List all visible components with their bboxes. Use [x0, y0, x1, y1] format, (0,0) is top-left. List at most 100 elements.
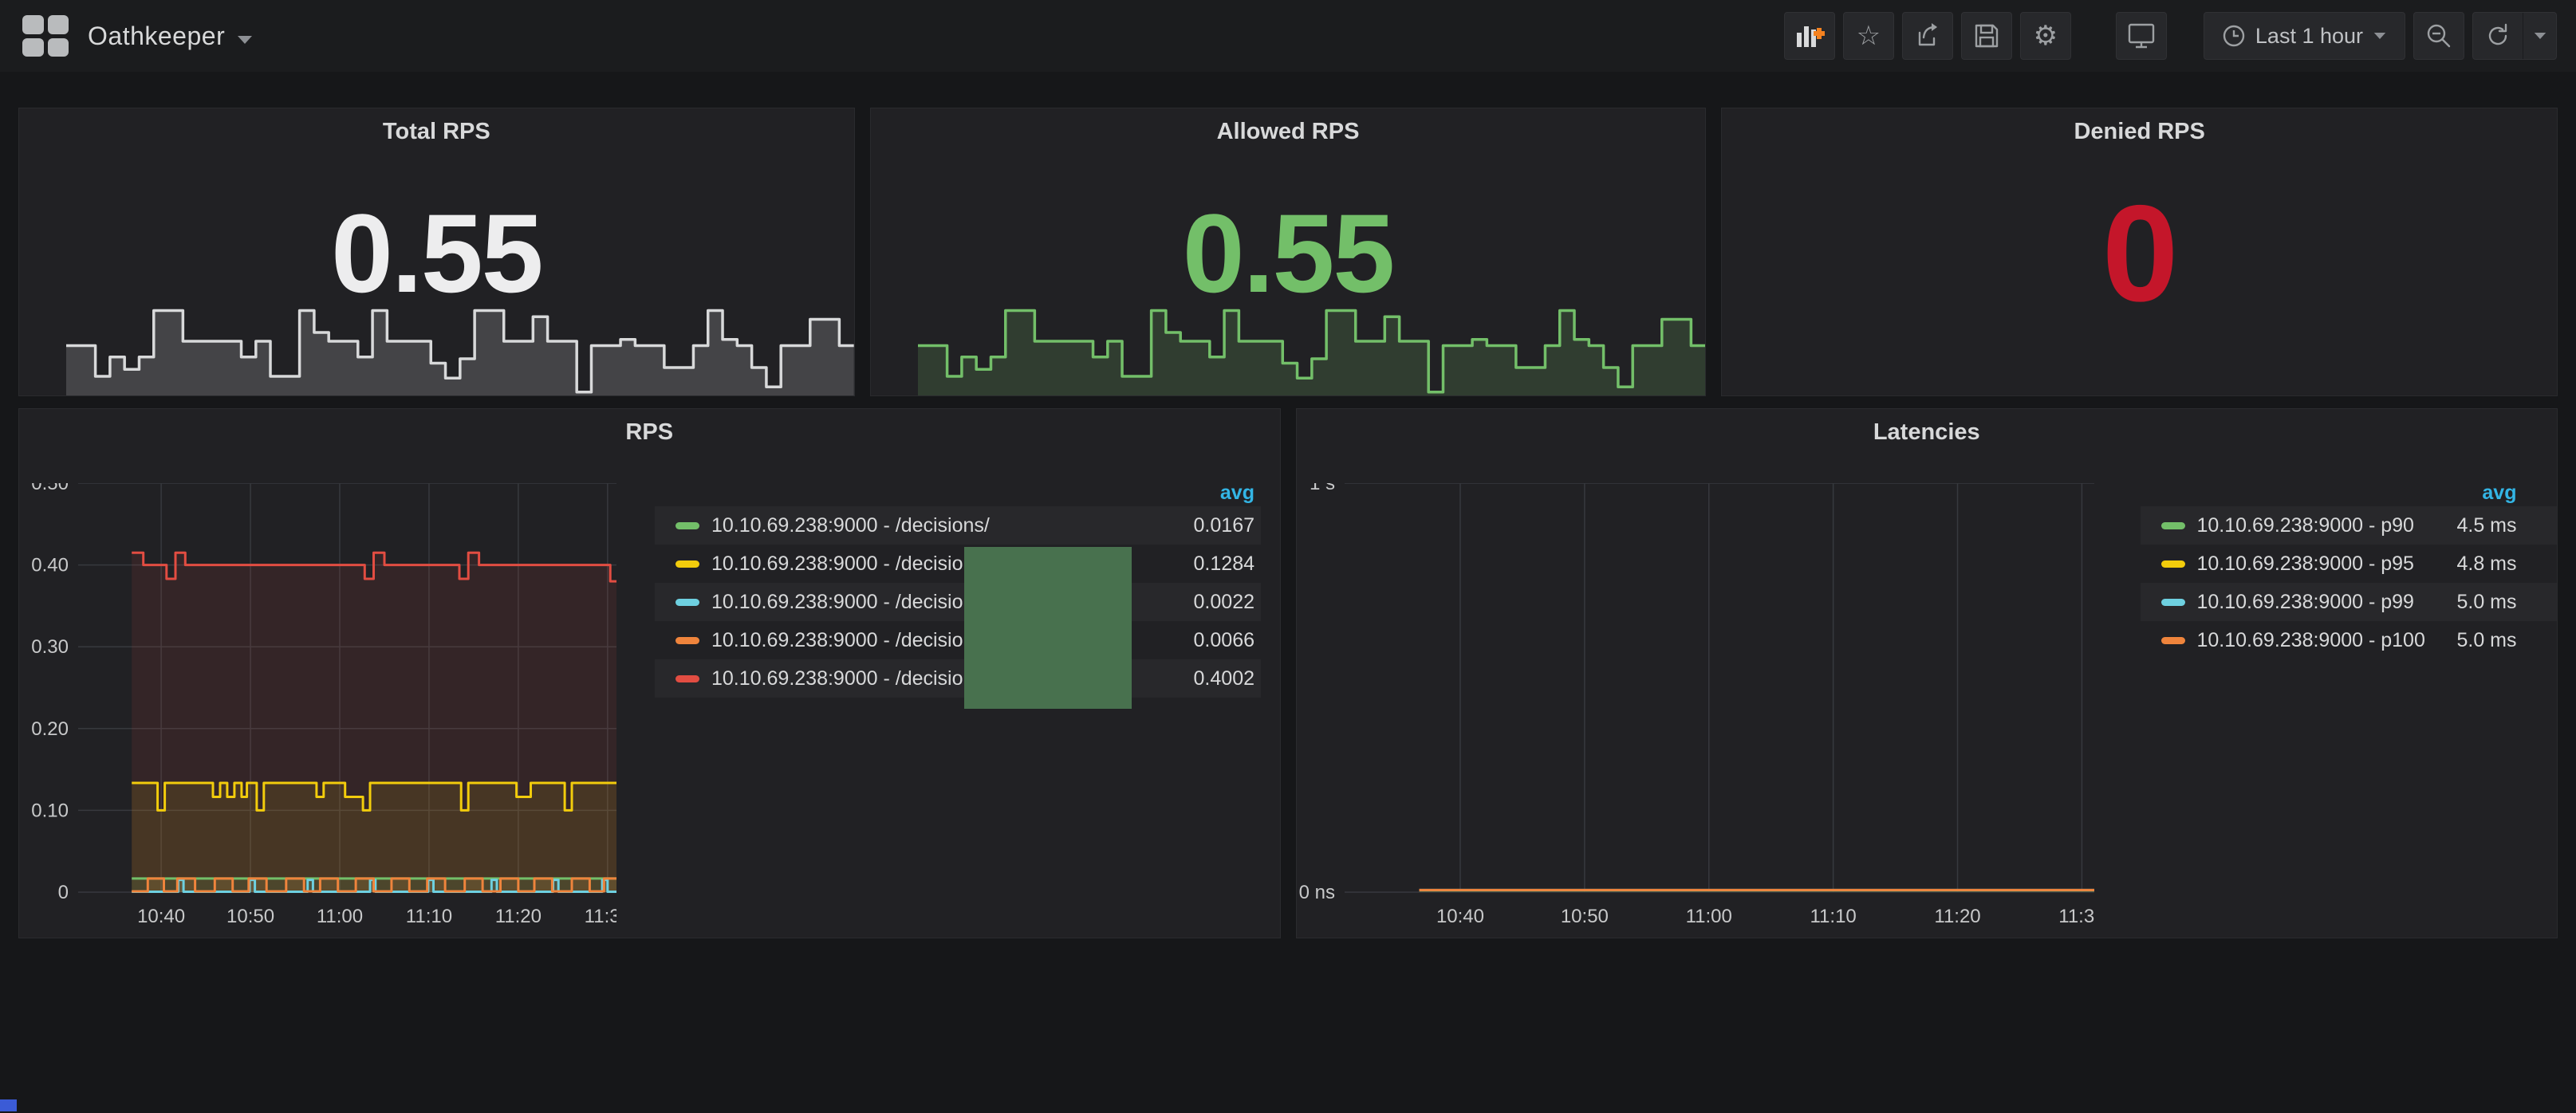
series-avg-value: 4.8 ms	[2456, 553, 2556, 576]
series-label[interactable]: 10.10.69.238:9000 - /decisions/	[711, 514, 1194, 537]
series-avg-value: 4.5 ms	[2456, 514, 2556, 537]
series-color-swatch[interactable]	[676, 637, 699, 644]
refresh-icon	[2485, 23, 2511, 49]
series-avg-value: 0.0167	[1194, 514, 1261, 537]
refresh-caret-icon	[2534, 33, 2545, 39]
add-panel-button[interactable]	[1784, 12, 1835, 60]
svg-text:10:50: 10:50	[226, 906, 274, 927]
panel-total-rps: Total RPS 0.55	[18, 108, 855, 396]
series-avg-value: 0.1284	[1194, 553, 1261, 576]
svg-text:0: 0	[58, 882, 69, 903]
legend-row[interactable]: 10.10.69.238:9000 - p954.8 ms	[2141, 545, 2557, 583]
legend-row[interactable]: 10.10.69.238:9000 - /decisions/0.1284	[655, 545, 1261, 583]
legend-row[interactable]: 10.10.69.238:9000 - /decisions/0.0066	[655, 621, 1261, 659]
svg-text:11:20: 11:20	[1934, 906, 1980, 927]
gear-icon: ⚙	[2034, 22, 2058, 49]
svg-text:0.30: 0.30	[31, 636, 69, 658]
svg-text:11:20: 11:20	[495, 906, 542, 927]
series-avg-value: 0.0066	[1194, 629, 1261, 652]
cycle-view-mode-button[interactable]	[2116, 12, 2167, 60]
svg-text:10:40: 10:40	[1436, 906, 1483, 927]
legend-row[interactable]: 10.10.69.238:9000 - p904.5 ms	[2141, 506, 2557, 545]
allowed-rps-sparkline	[918, 302, 1706, 395]
series-avg-value: 5.0 ms	[2456, 591, 2556, 614]
stat-value-total-rps: 0.55	[331, 198, 542, 309]
svg-text:10:50: 10:50	[1560, 906, 1608, 927]
dashboard-title[interactable]: Oathkeeper	[88, 22, 225, 51]
panel-allowed-rps: Allowed RPS 0.55	[870, 108, 1707, 396]
panel-title-latencies[interactable]: Latencies	[1297, 419, 2558, 446]
panel-title-total-rps[interactable]: Total RPS	[19, 119, 854, 145]
star-icon: ☆	[1857, 22, 1881, 49]
svg-text:11:00: 11:00	[317, 906, 363, 927]
legend-row[interactable]: 10.10.69.238:9000 - p1005.0 ms	[2141, 621, 2557, 659]
zoom-out-icon	[2425, 22, 2452, 49]
refresh-interval-dropdown[interactable]	[2523, 13, 2556, 59]
latencies-legend-avg-header[interactable]: avg	[2141, 479, 2557, 506]
series-color-swatch[interactable]	[676, 560, 699, 568]
rps-legend-avg-header[interactable]: avg	[655, 479, 1261, 506]
save-icon	[1973, 22, 2000, 49]
legend-color-overlay	[964, 547, 1132, 709]
svg-text:0.40: 0.40	[31, 555, 69, 576]
stat-value-allowed-rps: 0.55	[1183, 198, 1393, 309]
time-range-caret-icon	[2374, 33, 2385, 39]
series-color-swatch[interactable]	[2161, 522, 2185, 529]
zoom-out-button[interactable]	[2413, 12, 2464, 60]
refresh-button[interactable]	[2473, 13, 2523, 59]
panel-title-allowed-rps[interactable]: Allowed RPS	[871, 119, 1706, 145]
series-label[interactable]: 10.10.69.238:9000 - p95	[2197, 553, 2457, 576]
panel-denied-rps: Denied RPS 0	[1721, 108, 2558, 396]
monitor-icon	[2126, 22, 2157, 50]
series-avg-value: 0.4002	[1194, 667, 1261, 690]
rps-chart[interactable]: 0.500.400.300.200.10010:4010:5011:0011:1…	[19, 483, 616, 934]
series-avg-value: 5.0 ms	[2456, 629, 2556, 652]
svg-text:0.50: 0.50	[31, 483, 69, 494]
star-button[interactable]: ☆	[1843, 12, 1894, 60]
rps-legend: avg 10.10.69.238:9000 - /decisions/0.016…	[655, 479, 1261, 698]
time-range-picker[interactable]: Last 1 hour	[2204, 12, 2405, 60]
total-rps-sparkline	[66, 302, 854, 395]
svg-text:0 ns: 0 ns	[1298, 882, 1334, 903]
svg-text:11:30: 11:30	[2058, 906, 2094, 927]
series-color-swatch[interactable]	[2161, 560, 2185, 568]
series-color-swatch[interactable]	[2161, 599, 2185, 606]
legend-row[interactable]: 10.10.69.238:9000 - p995.0 ms	[2141, 583, 2557, 621]
corner-artifact	[0, 1099, 17, 1111]
navbar: Oathkeeper ☆	[0, 0, 2576, 72]
svg-text:10:40: 10:40	[137, 906, 185, 927]
series-label[interactable]: 10.10.69.238:9000 - p90	[2197, 514, 2457, 537]
panel-title-denied-rps[interactable]: Denied RPS	[1722, 119, 2557, 145]
svg-text:11:30: 11:30	[585, 906, 616, 927]
stat-panel-row: Total RPS 0.55 Allowed RPS 0.55 Denied R…	[18, 108, 2558, 396]
svg-text:1 s: 1 s	[1309, 483, 1334, 494]
series-color-swatch[interactable]	[676, 599, 699, 606]
svg-text:11:10: 11:10	[1810, 906, 1856, 927]
legend-row[interactable]: 10.10.69.238:9000 - /decisions/0.4002	[655, 659, 1261, 698]
legend-row[interactable]: 10.10.69.238:9000 - /decisions/0.0167	[655, 506, 1261, 545]
panel-latencies: Latencies 1 s 0 ns 10:40 10:50 11:00 11:10 11:…	[1296, 408, 2558, 938]
panel-rps: RPS 0.500.400.300.200.10010:4010:5011:00…	[18, 408, 1281, 938]
stat-value-denied-rps: 0	[2102, 185, 2177, 322]
share-button[interactable]	[1902, 12, 1953, 60]
dashboard-grid-icon[interactable]	[22, 15, 69, 57]
latencies-legend: avg 10.10.69.238:9000 - p904.5 ms10.10.6…	[2141, 479, 2557, 659]
save-button[interactable]	[1961, 12, 2012, 60]
settings-button[interactable]: ⚙	[2020, 12, 2071, 60]
series-label[interactable]: 10.10.69.238:9000 - p99	[2197, 591, 2457, 614]
series-label[interactable]: 10.10.69.238:9000 - p100	[2197, 629, 2457, 652]
time-range-label: Last 1 hour	[2255, 24, 2363, 49]
dashboard-title-caret-icon[interactable]	[238, 36, 252, 44]
svg-text:11:00: 11:00	[1685, 906, 1731, 927]
series-color-swatch[interactable]	[676, 675, 699, 682]
series-color-swatch[interactable]	[2161, 637, 2185, 644]
series-color-swatch[interactable]	[676, 522, 699, 529]
latencies-chart[interactable]: 1 s 0 ns 10:40 10:50 11:00 11:10 11:20 11:30	[1297, 483, 2094, 934]
toolbar: ☆ ⚙	[1784, 12, 2557, 60]
panel-title-rps[interactable]: RPS	[19, 419, 1280, 446]
clock-icon	[2222, 24, 2246, 48]
legend-row[interactable]: 10.10.69.238:9000 - /decisions/0.0022	[655, 583, 1261, 621]
svg-text:0.10: 0.10	[31, 800, 69, 821]
graph-panel-row: RPS 0.500.400.300.200.10010:4010:5011:00…	[18, 408, 2558, 938]
series-avg-value: 0.0022	[1194, 591, 1261, 614]
